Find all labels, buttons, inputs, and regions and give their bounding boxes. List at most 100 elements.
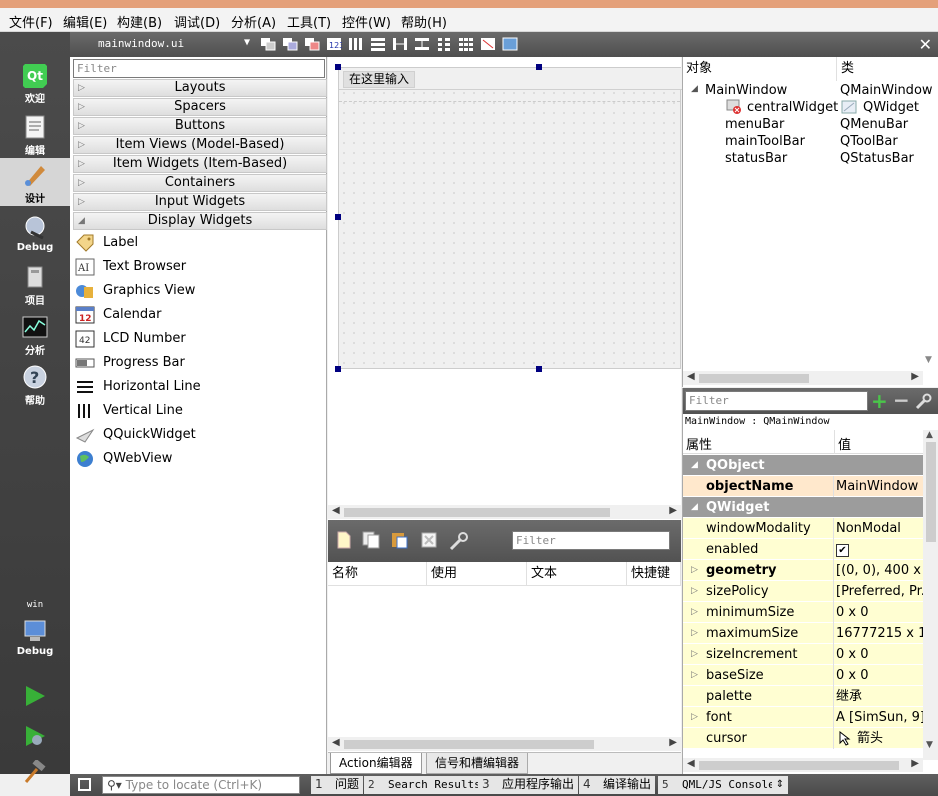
widget-item-text-browser[interactable]: AI Text Browser xyxy=(75,256,325,278)
scroll-right-icon[interactable]: ▶ xyxy=(911,758,919,769)
column-header-text[interactable]: 文本 xyxy=(527,562,627,586)
layout-splitter-v-icon[interactable] xyxy=(414,37,430,51)
menu-file[interactable]: 文件(F) xyxy=(9,12,53,31)
property-row-basesize[interactable]: ▷ baseSize 0 x 0 xyxy=(683,665,923,686)
output-tab-issues[interactable]: 1 问题 xyxy=(311,776,364,794)
column-header-used[interactable]: 使用 xyxy=(427,562,527,586)
adjust-size-icon[interactable] xyxy=(502,37,518,51)
toggle-sidebar-icon[interactable] xyxy=(78,778,91,791)
layout-grid-icon[interactable] xyxy=(458,37,474,51)
property-vertical-scrollbar[interactable]: ▲ ▼ xyxy=(923,430,938,760)
configure-wrench-icon[interactable] xyxy=(915,392,933,410)
paste-action-icon[interactable] xyxy=(390,531,408,549)
tab-signal-slot-editor[interactable]: 信号和槽编辑器 xyxy=(426,753,529,774)
widget-item-quick-widget[interactable]: QQuickWidget xyxy=(75,424,325,446)
object-row-menubar[interactable]: menuBar xyxy=(725,116,784,133)
property-row-enabled[interactable]: enabled ✔ xyxy=(683,539,923,560)
layout-splitter-h-icon[interactable] xyxy=(392,37,408,51)
output-tab-compile-output[interactable]: 4 编译输出 xyxy=(579,776,656,794)
property-value[interactable]: [(0, 0), 400 x 3... xyxy=(835,560,923,581)
layout-vertical-icon[interactable] xyxy=(370,37,386,51)
category-containers[interactable]: ▷ Containers xyxy=(73,174,327,192)
object-row-statusbar[interactable]: statusBar xyxy=(725,150,787,167)
run-icon[interactable] xyxy=(23,684,47,708)
category-display-widgets[interactable]: ◢ Display Widgets xyxy=(73,212,327,230)
property-value[interactable]: 16777215 x 1... xyxy=(835,623,923,644)
mode-projects[interactable]: 项目 xyxy=(0,260,70,308)
widget-item-vertical-line[interactable]: Vertical Line xyxy=(75,400,325,422)
property-group-qobject[interactable]: ◢ QObject xyxy=(683,455,923,476)
add-property-icon[interactable]: + xyxy=(871,389,888,413)
kit-selector[interactable]: Debug xyxy=(0,614,70,662)
category-input-widgets[interactable]: ▷ Input Widgets xyxy=(73,193,327,211)
column-header-name[interactable]: 名称 xyxy=(328,562,427,586)
layout-form-icon[interactable] xyxy=(436,37,452,51)
property-horizontal-scrollbar[interactable]: ◀ ▶ xyxy=(683,758,923,772)
property-row-minimumsize[interactable]: ▷ minimumSize 0 x 0 xyxy=(683,602,923,623)
break-layout-icon[interactable] xyxy=(480,37,496,51)
layout-horizontal-icon[interactable] xyxy=(348,37,364,51)
category-item-views[interactable]: ▷ Item Views (Model-Based) xyxy=(73,136,327,154)
resize-handle[interactable] xyxy=(335,64,341,70)
object-row-centralwidget[interactable]: centralWidget xyxy=(747,99,838,116)
close-icon[interactable]: ✕ xyxy=(919,35,932,54)
widget-filter-input[interactable]: Filter xyxy=(73,59,325,78)
form-menu-bar[interactable]: 在这里输入 xyxy=(339,68,682,90)
debug-run-icon[interactable] xyxy=(23,724,47,748)
mode-help[interactable]: ? 帮助 xyxy=(0,360,70,408)
action-filter-input[interactable]: Filter xyxy=(512,531,670,550)
property-value[interactable]: 0 x 0 xyxy=(835,644,923,665)
resize-handle[interactable] xyxy=(536,64,542,70)
mode-debug[interactable]: Debug xyxy=(0,210,70,258)
object-row-mainwindow[interactable]: MainWindow xyxy=(705,82,787,99)
output-tab-application-output[interactable]: 3 应用程序输出 xyxy=(478,776,579,794)
widget-item-graphics-view[interactable]: Graphics View xyxy=(75,280,325,302)
scroll-right-icon[interactable]: ▶ xyxy=(669,737,677,748)
category-layouts[interactable]: ▷ Layouts xyxy=(73,79,327,97)
edit-signals-icon[interactable] xyxy=(282,37,298,51)
widget-item-calendar[interactable]: 12 Calendar xyxy=(75,304,325,326)
menu-analyze[interactable]: 分析(A) xyxy=(231,12,276,31)
property-row-sizeincrement[interactable]: ▷ sizeIncrement 0 x 0 xyxy=(683,644,923,665)
property-row-windowmodality[interactable]: windowModality NonModal xyxy=(683,518,923,539)
remove-property-icon[interactable]: − xyxy=(893,388,910,412)
scroll-thumb[interactable] xyxy=(926,442,936,542)
property-value[interactable]: 0 x 0 xyxy=(835,665,923,686)
column-header-value[interactable]: 值 xyxy=(838,434,851,453)
resize-handle[interactable] xyxy=(335,214,341,220)
scroll-left-icon[interactable]: ◀ xyxy=(687,371,695,382)
scroll-down-icon[interactable]: ▼ xyxy=(925,355,932,365)
scroll-left-icon[interactable]: ◀ xyxy=(332,505,340,516)
widget-item-label[interactable]: Label xyxy=(75,232,325,254)
widget-item-progress-bar[interactable]: Progress Bar xyxy=(75,352,325,374)
object-horizontal-scrollbar[interactable]: ◀ ▶ xyxy=(683,371,923,385)
edit-tab-order-icon[interactable]: 123 xyxy=(326,37,342,51)
scroll-down-icon[interactable]: ▼ xyxy=(926,740,933,750)
menu-edit[interactable]: 编辑(E) xyxy=(63,12,107,31)
enabled-checkbox[interactable]: ✔ xyxy=(836,544,849,557)
resize-handle[interactable] xyxy=(536,366,542,372)
build-hammer-icon[interactable] xyxy=(23,760,47,784)
type-here-menu[interactable]: 在这里输入 xyxy=(343,71,416,88)
property-row-maximumsize[interactable]: ▷maximumSize16777215 x 1... xyxy=(683,623,923,644)
property-value[interactable]: 0 x 0 xyxy=(835,602,923,623)
configure-wrench-icon[interactable] xyxy=(448,530,470,552)
output-tab-search-results[interactable]: 2 Search Results xyxy=(364,776,485,794)
scroll-left-icon[interactable]: ◀ xyxy=(332,737,340,748)
category-item-widgets[interactable]: ▷ Item Widgets (Item-Based) xyxy=(73,155,327,173)
mode-analyze[interactable]: 分析 xyxy=(0,310,70,358)
scroll-up-icon[interactable]: ▲ xyxy=(926,430,933,440)
property-filter-input[interactable]: Filter xyxy=(685,391,868,411)
menu-help[interactable]: 帮助(H) xyxy=(401,12,447,31)
category-spacers[interactable]: ▷ Spacers xyxy=(73,98,327,116)
column-header-property[interactable]: 属性 xyxy=(686,434,712,453)
resize-handle[interactable] xyxy=(335,366,341,372)
new-action-icon[interactable] xyxy=(336,531,352,549)
output-tab-qml-console[interactable]: 5 QML/JS Console xyxy=(658,776,779,794)
property-value[interactable]: NonModal xyxy=(835,518,923,539)
column-header-class[interactable]: 类 xyxy=(838,57,938,81)
property-row-cursor[interactable]: cursor 箭头 xyxy=(683,728,923,749)
copy-action-icon[interactable] xyxy=(362,531,380,549)
scroll-thumb[interactable] xyxy=(699,761,899,770)
mode-design[interactable]: 设计 xyxy=(0,158,70,206)
